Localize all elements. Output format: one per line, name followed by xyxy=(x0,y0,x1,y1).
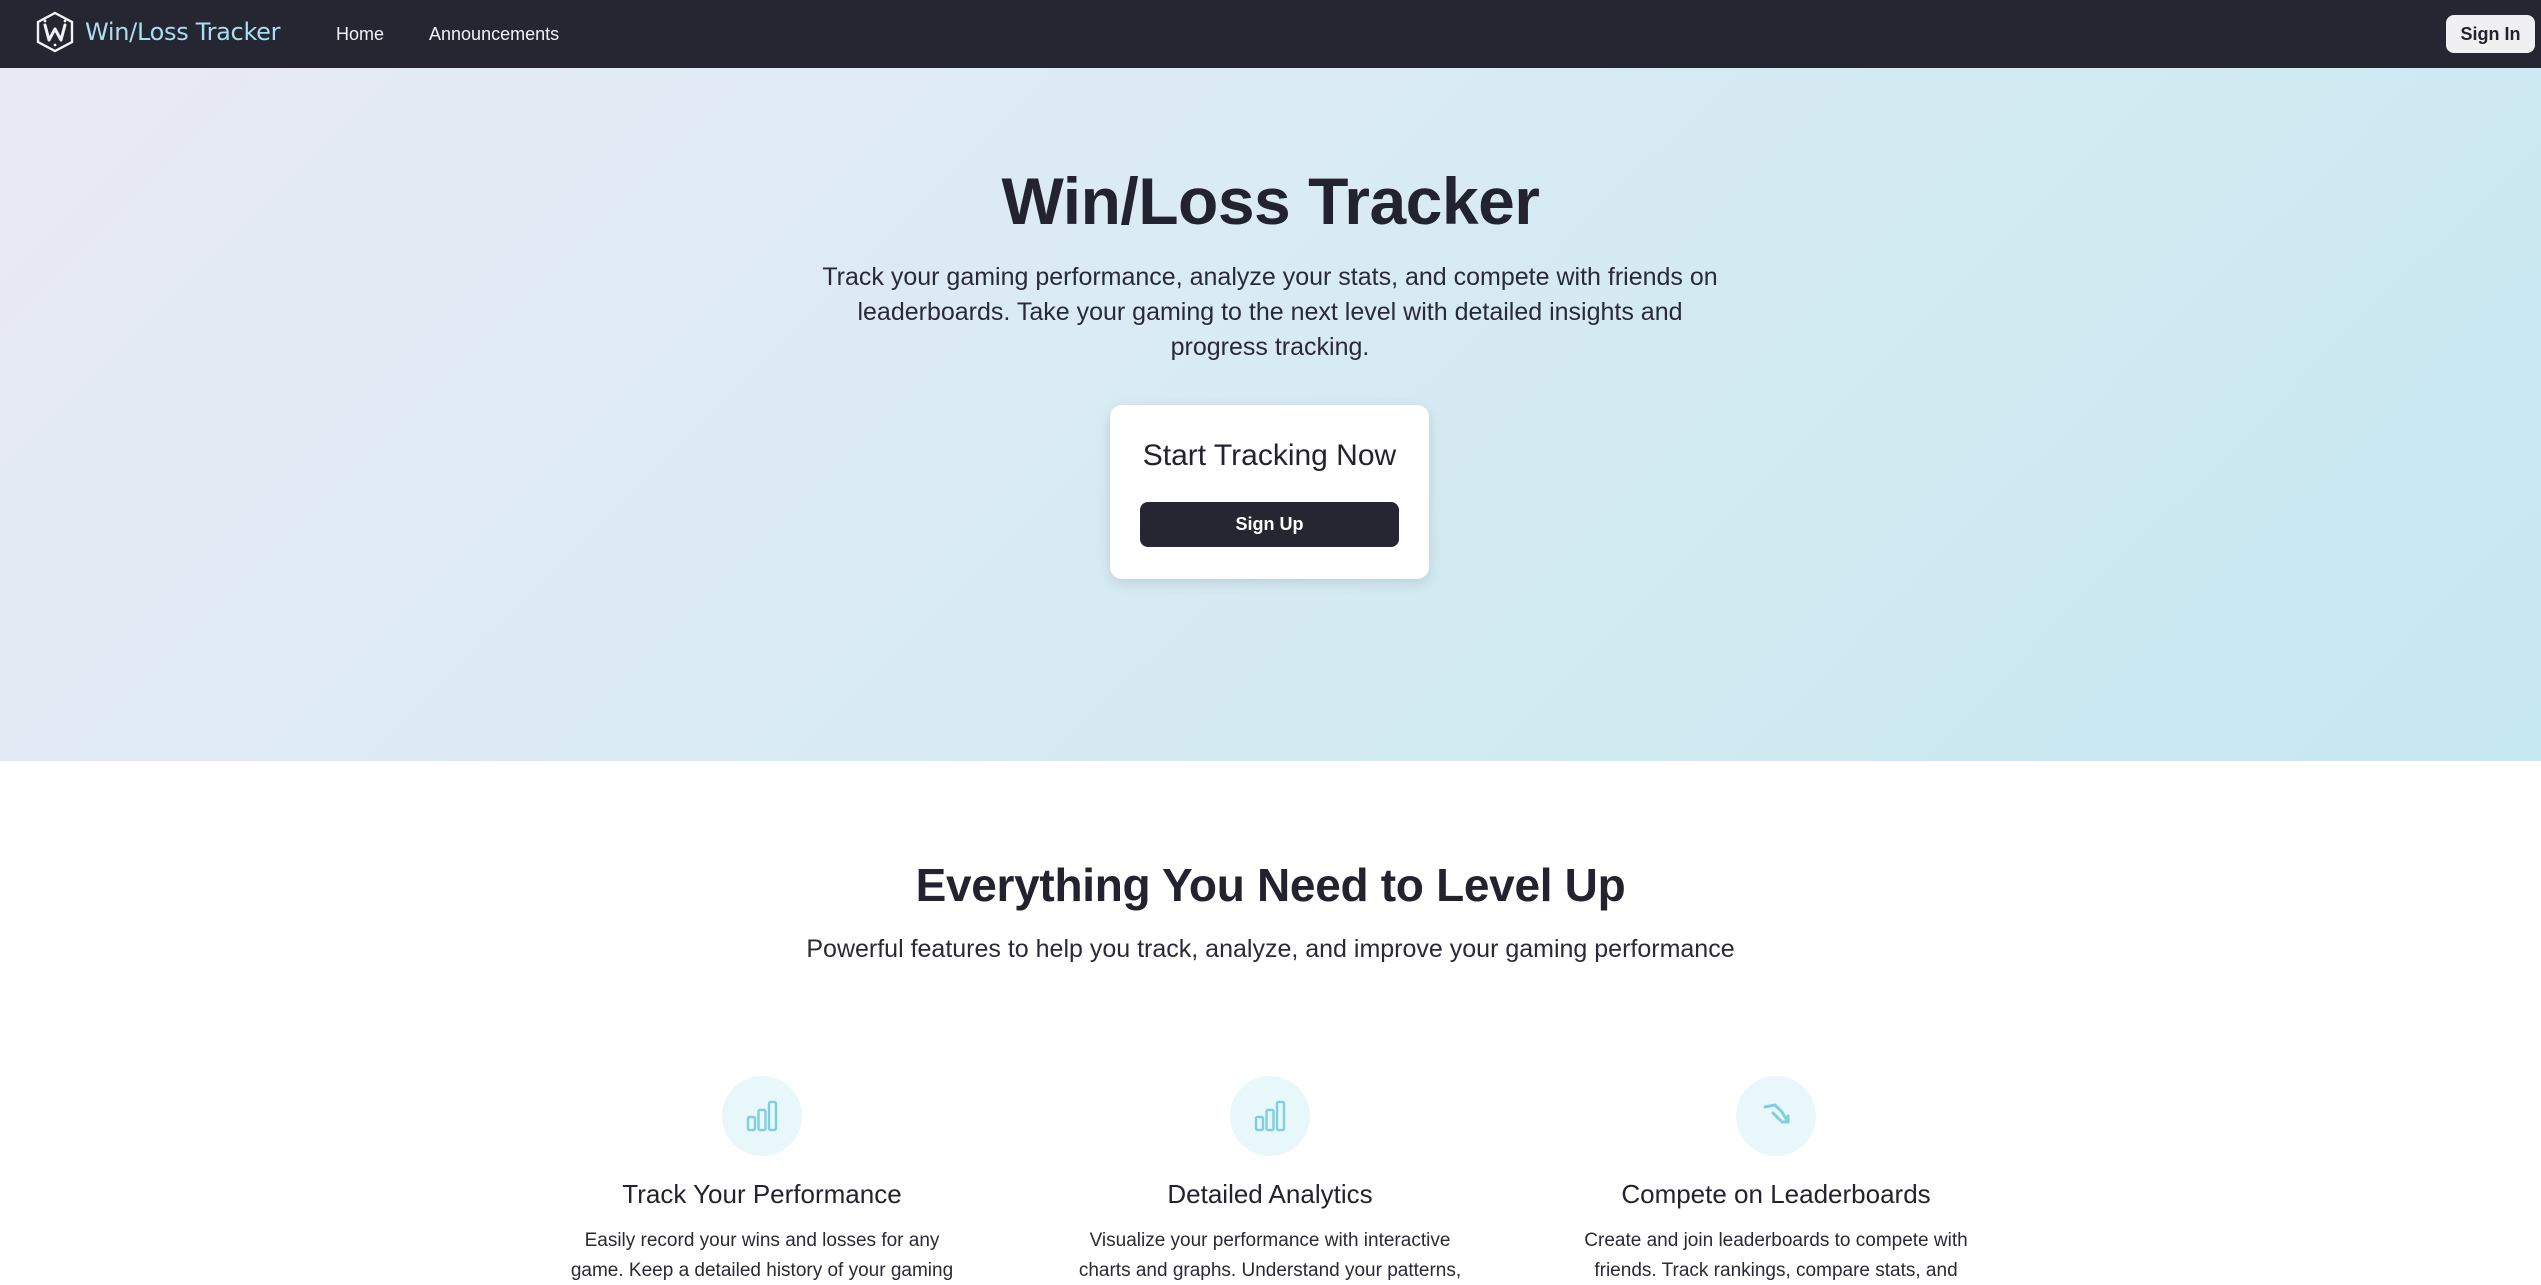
cta-title: Start Tracking Now xyxy=(1142,439,1397,472)
features-title: Everything You Need to Level Up xyxy=(915,859,1626,911)
feature-description: Easily record your wins and losses for a… xyxy=(570,1230,954,1281)
hero-section: Win/Loss Tracker Track your gaming perfo… xyxy=(0,68,2541,761)
w-logo-icon xyxy=(36,11,74,53)
features-subtitle: Powerful features to help you track, ana… xyxy=(806,935,1735,963)
hero-subtitle: Track your gaming performance, analyze y… xyxy=(822,263,1718,361)
feature-icon-circle xyxy=(1230,1076,1310,1156)
cta-card: Start Tracking Now Sign Up xyxy=(1110,405,1429,579)
hero-title: Win/Loss Tracker xyxy=(1001,164,1540,238)
feature-description: Visualize your performance with interact… xyxy=(1078,1230,1462,1281)
brand-link[interactable]: Win/Loss Tracker xyxy=(34,11,281,53)
sign-up-button[interactable]: Sign Up xyxy=(1140,502,1399,547)
feature-title: Detailed Analytics xyxy=(1167,1179,1373,1209)
feature-description: Create and join leaderboards to compete … xyxy=(1584,1230,1968,1281)
podium-icon xyxy=(1763,1103,1790,1124)
bar-chart-icon xyxy=(746,1100,778,1132)
nav-links: Home Announcements xyxy=(336,0,604,68)
sign-in-button[interactable]: Sign In xyxy=(2446,15,2535,53)
feature-title: Track Your Performance xyxy=(622,1179,902,1209)
feature-icon-circle xyxy=(1736,1076,1816,1156)
feature-title: Compete on Leaderboards xyxy=(1621,1179,1931,1209)
top-navbar: Win/Loss Tracker Home Announcements Sign… xyxy=(0,0,2541,68)
nav-link-home[interactable]: Home xyxy=(336,24,384,45)
nav-link-announcements[interactable]: Announcements xyxy=(429,24,559,45)
brand-name: Win/Loss Tracker xyxy=(85,18,281,46)
feature-icon-circle xyxy=(722,1076,802,1156)
bar-chart-icon xyxy=(1254,1100,1286,1132)
